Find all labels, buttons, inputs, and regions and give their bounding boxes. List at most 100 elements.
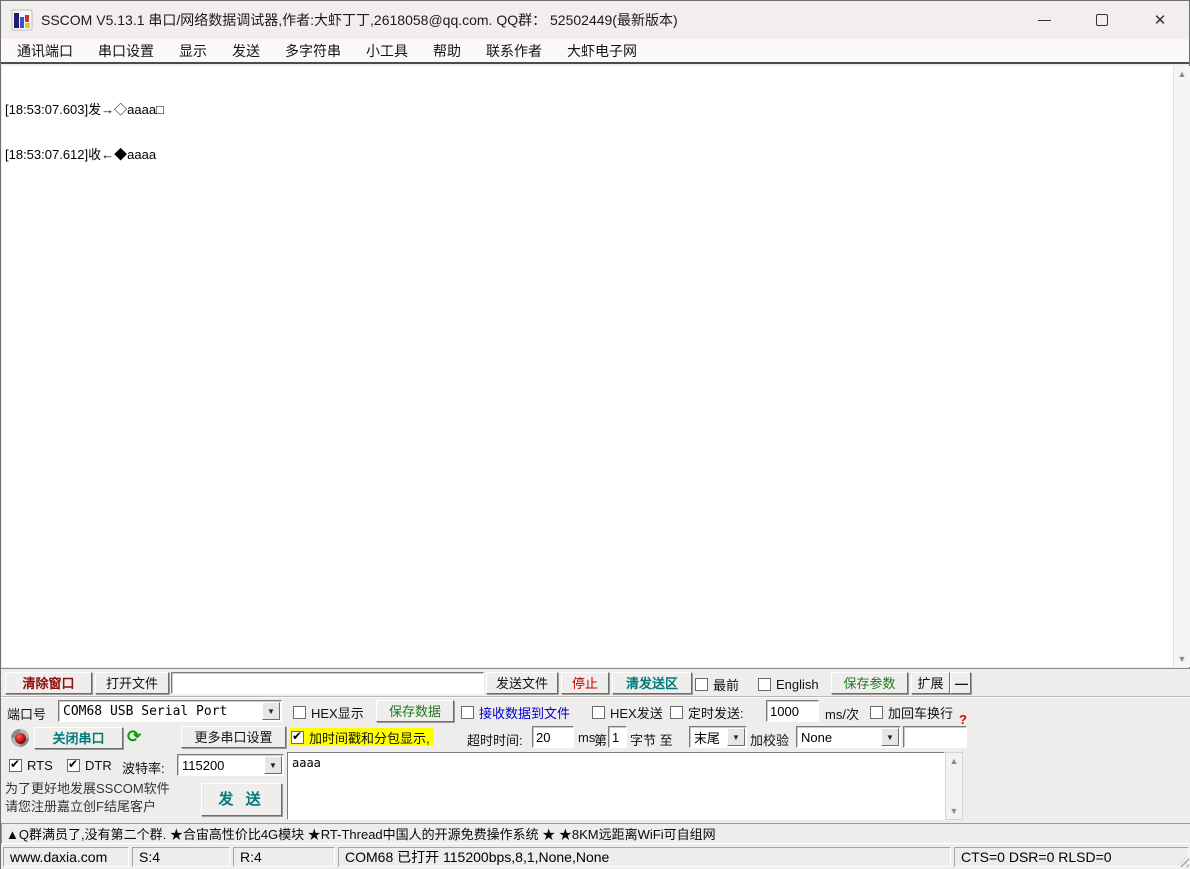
chevron-down-icon[interactable]: ▼: [881, 728, 899, 746]
save-params-button[interactable]: 保存参数: [831, 672, 908, 694]
checkbox-label: DTR: [85, 758, 112, 773]
add-crlf-checkbox[interactable]: 加回车换行: [870, 703, 953, 721]
scroll-up-icon[interactable]: ▲: [946, 756, 962, 766]
promo-line: 请您注册嘉立创F结尾客户: [5, 798, 170, 816]
checkbox-box: [870, 706, 883, 719]
baud-select[interactable]: 115200 ▼: [177, 754, 284, 776]
more-serial-settings-button[interactable]: 更多串口设置: [181, 726, 286, 748]
checkbox-box: [461, 706, 474, 719]
menu-multi-string[interactable]: 多字符串: [276, 39, 350, 63]
scroll-down-icon[interactable]: ▼: [946, 806, 962, 816]
scroll-up-icon[interactable]: ▲: [1174, 69, 1190, 79]
terminal-scrollbar[interactable]: ▲ ▼: [1173, 66, 1190, 667]
port-select[interactable]: COM68 USB Serial Port ▼: [58, 700, 282, 722]
timeout-unit-label: ms: [578, 730, 595, 745]
byte-to-select[interactable]: 末尾 ▼: [689, 726, 747, 748]
status-signals: CTS=0 DSR=0 RLSD=0: [954, 847, 1189, 867]
topmost-checkbox[interactable]: 最前: [695, 675, 739, 693]
english-checkbox[interactable]: English: [758, 675, 819, 693]
send-area-scrollbar[interactable]: ▲ ▼: [945, 752, 963, 820]
checksum-select[interactable]: None ▼: [796, 726, 901, 748]
promo-links[interactable]: ▲Q群满员了,没有第二个群. ★合宙高性价比4G模块 ★RT-Thread中国人…: [2, 824, 716, 843]
timeout-input[interactable]: [532, 726, 574, 748]
extend-button[interactable]: 扩展: [911, 672, 950, 694]
checkbox-label: English: [776, 677, 819, 692]
close-button[interactable]: ✕: [1131, 1, 1189, 39]
port-value: COM68 USB Serial Port: [59, 704, 261, 719]
menu-display[interactable]: 显示: [170, 39, 216, 63]
open-file-button[interactable]: 打开文件: [95, 672, 169, 694]
close-port-button[interactable]: 关闭串口: [34, 727, 123, 749]
checksum-extra-input[interactable]: [903, 726, 967, 748]
info-bar: ▲Q群满员了,没有第二个群. ★合宙高性价比4G模块 ★RT-Thread中国人…: [1, 823, 1190, 844]
promo-line: 为了更好地发展SSCOM软件: [5, 780, 170, 798]
checkbox-label: 加时间戳和分包显示,: [309, 728, 430, 747]
menu-serial-settings[interactable]: 串口设置: [89, 39, 163, 63]
checksum-value: None: [797, 730, 880, 745]
help-question-link[interactable]: ?: [959, 712, 967, 727]
checkbox-box: [695, 678, 708, 691]
checksum-label: 加校验: [750, 730, 789, 749]
send-file-button[interactable]: 发送文件: [486, 672, 558, 694]
terminal-output[interactable]: [18:53:07.603]发→◇aaaa□ [18:53:07.612]收←◆…: [2, 66, 1190, 667]
checkbox-box: [291, 731, 304, 744]
checkbox-label: 接收数据到文件: [479, 703, 570, 722]
checkbox-label: 最前: [713, 675, 739, 694]
baud-value: 115200: [178, 758, 263, 773]
menu-tools[interactable]: 小工具: [357, 39, 417, 63]
timed-send-checkbox[interactable]: 定时发送:: [670, 703, 744, 721]
hex-display-checkbox[interactable]: HEX显示: [293, 703, 364, 721]
file-path-input[interactable]: [171, 672, 484, 694]
checkbox-label: HEX发送: [610, 703, 663, 722]
interval-input[interactable]: [766, 700, 819, 722]
menu-contact-author[interactable]: 联系作者: [477, 39, 551, 63]
rts-checkbox[interactable]: RTS: [9, 756, 53, 774]
menu-send[interactable]: 发送: [223, 39, 269, 63]
checkbox-label: 定时发送:: [688, 703, 744, 722]
checkbox-box: [592, 706, 605, 719]
status-website: www.daxia.com: [3, 847, 129, 867]
refresh-ports-icon[interactable]: ⟳: [127, 727, 141, 747]
minimize-button[interactable]: [1015, 1, 1073, 39]
promo-text: 为了更好地发展SSCOM软件 请您注册嘉立创F结尾客户: [5, 780, 170, 816]
byte-to-label: 字节 至: [630, 730, 673, 749]
app-icon: [11, 9, 33, 31]
divider: [1, 696, 1190, 698]
receive-to-file-checkbox[interactable]: 接收数据到文件: [461, 703, 570, 721]
checkbox-label: HEX显示: [311, 703, 364, 722]
checkbox-box: [670, 706, 683, 719]
menu-daxia-site[interactable]: 大虾电子网: [558, 39, 646, 63]
timestamp-split-checkbox[interactable]: 加时间戳和分包显示,: [289, 728, 434, 746]
checkbox-box: [758, 678, 771, 691]
minimize-icon: [1038, 20, 1051, 21]
clear-window-button[interactable]: 清除窗口: [5, 672, 92, 694]
status-bar: www.daxia.com S:4 R:4 COM68 已打开 115200bp…: [1, 844, 1190, 869]
terminal-line: [18:53:07.603]发→◇aaaa□: [5, 102, 1188, 117]
status-port-info: COM68 已打开 115200bps,8,1,None,None: [338, 847, 951, 867]
collapse-button[interactable]: —: [950, 672, 971, 694]
dtr-checkbox[interactable]: DTR: [67, 756, 112, 774]
send-input-area[interactable]: aaaa: [287, 752, 945, 820]
timeout-label: 超时时间:: [467, 730, 523, 749]
clear-send-area-button[interactable]: 清发送区: [612, 672, 692, 694]
checkbox-box: [67, 759, 80, 772]
hex-send-checkbox[interactable]: HEX发送: [592, 703, 663, 721]
close-icon: ✕: [1154, 11, 1167, 29]
chevron-down-icon[interactable]: ▼: [727, 728, 745, 746]
led-core: [15, 733, 26, 744]
byte-from-input[interactable]: [608, 726, 627, 748]
menu-comm-port[interactable]: 通讯端口: [8, 39, 82, 63]
maximize-button[interactable]: [1073, 1, 1131, 39]
port-label: 端口号: [7, 704, 46, 723]
port-status-led-icon: [11, 729, 29, 747]
chevron-down-icon[interactable]: ▼: [262, 702, 280, 720]
menu-help[interactable]: 帮助: [424, 39, 470, 63]
chevron-down-icon[interactable]: ▼: [264, 756, 282, 774]
title-bar: SSCOM V5.13.1 串口/网络数据调试器,作者:大虾丁丁,2618058…: [1, 1, 1189, 39]
scroll-down-icon[interactable]: ▼: [1174, 654, 1190, 664]
stop-button[interactable]: 停止: [561, 672, 609, 694]
save-data-button[interactable]: 保存数据: [376, 700, 454, 722]
send-button[interactable]: 发 送: [201, 783, 282, 816]
checkbox-label: 加回车换行: [888, 703, 953, 722]
checkbox-box: [293, 706, 306, 719]
